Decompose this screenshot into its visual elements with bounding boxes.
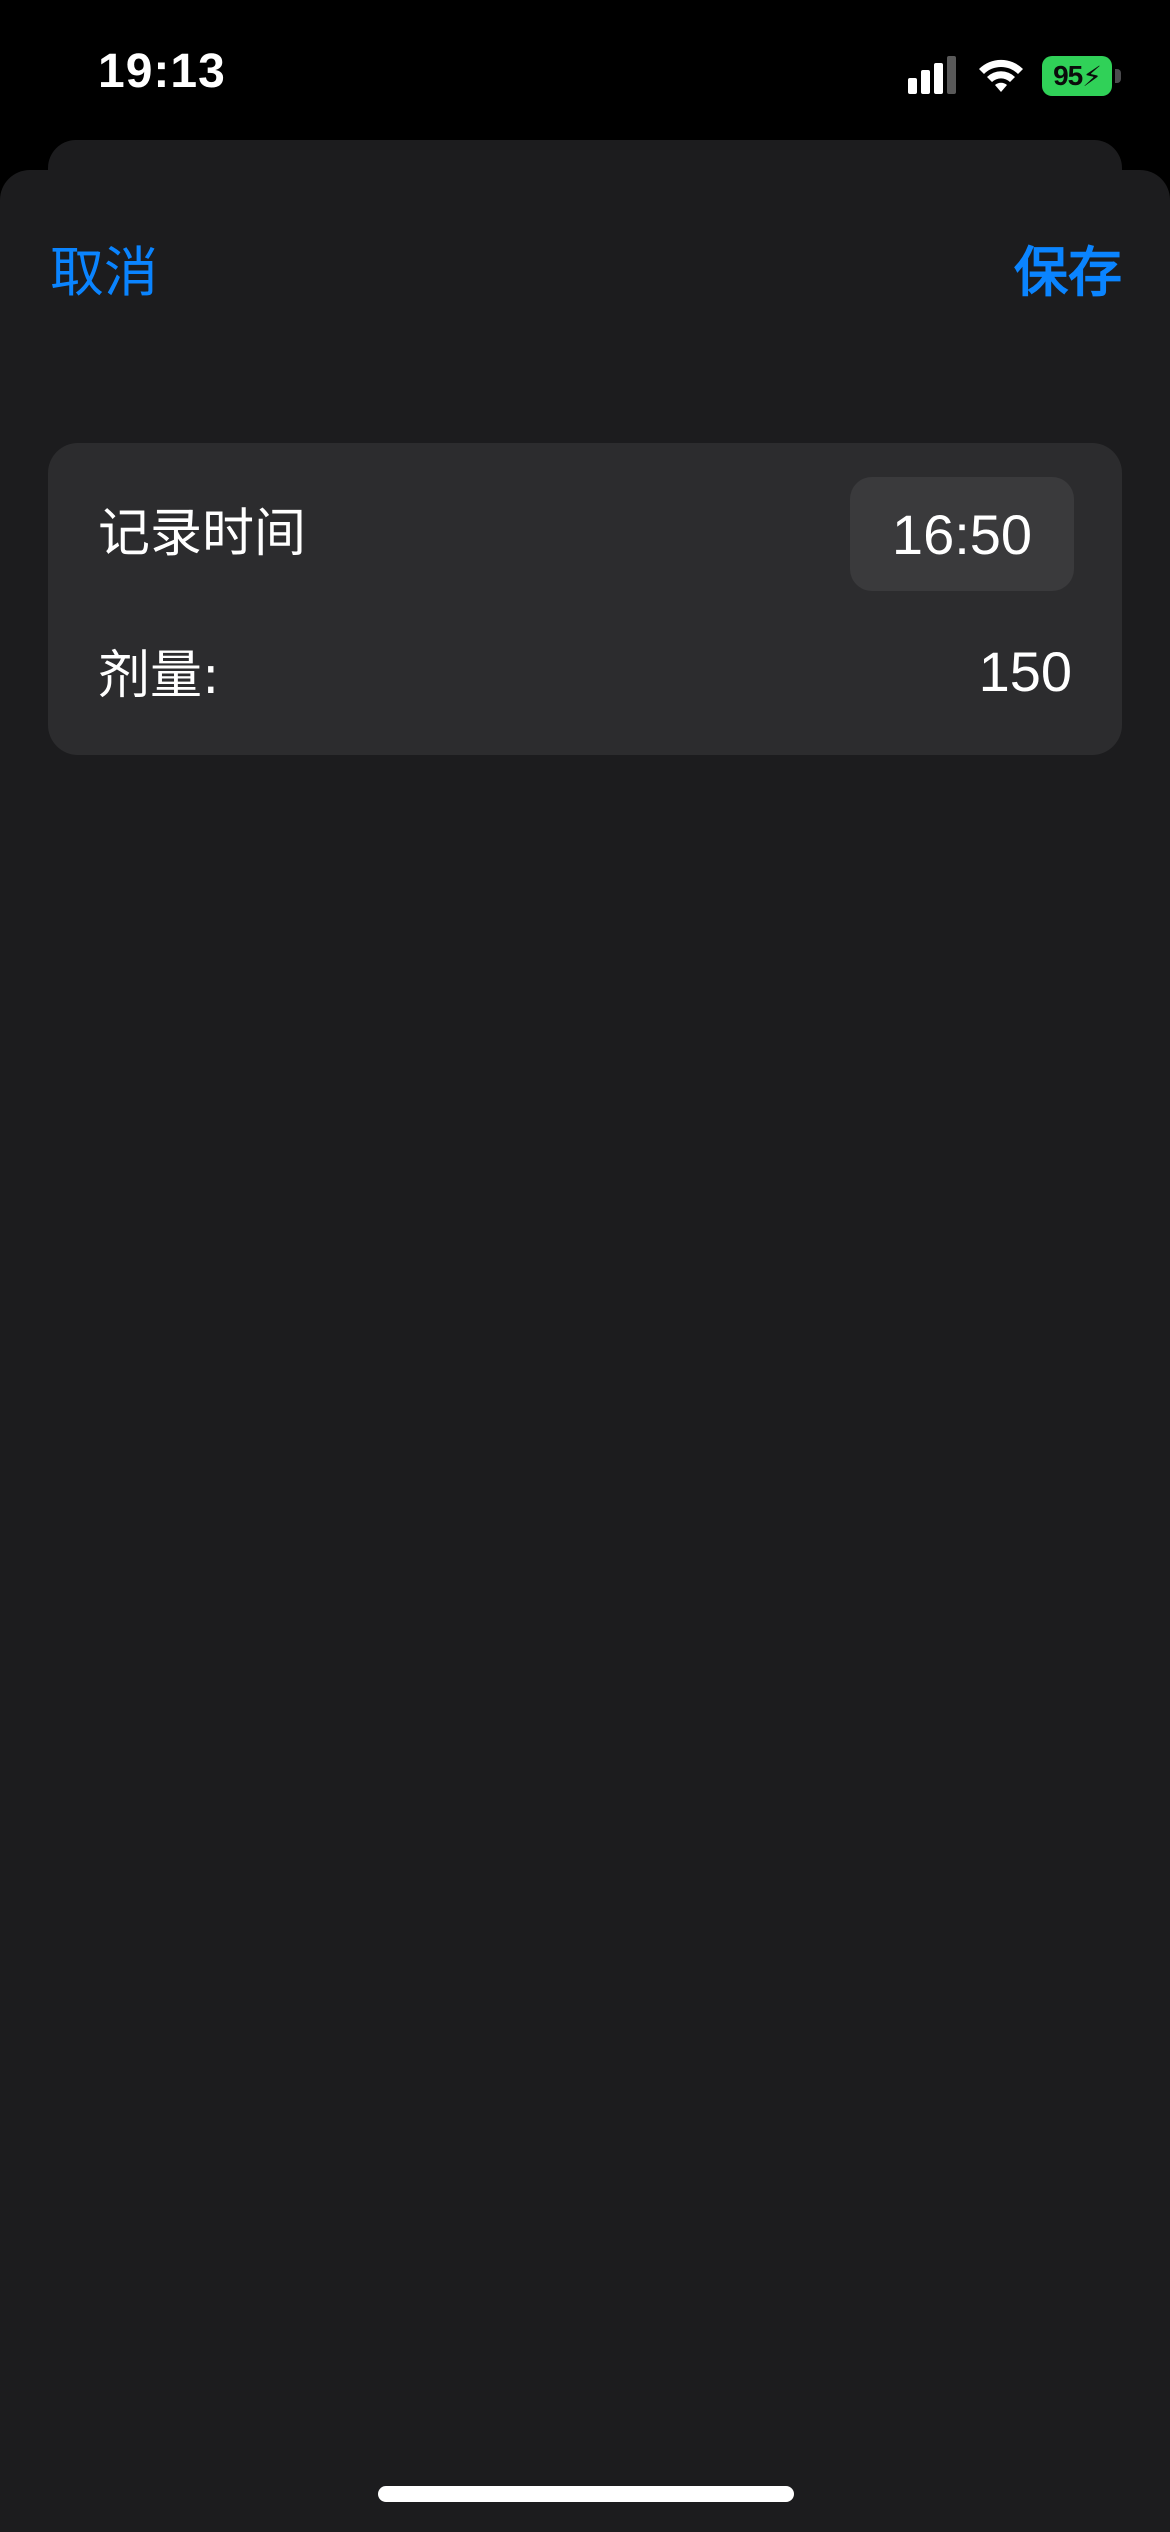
battery-percentage: 95 <box>1053 60 1083 91</box>
edit-sheet: 取消 保存 记录时间 16:50 剂量: <box>0 170 1170 2532</box>
dose-row: 剂量: <box>48 599 1122 755</box>
dose-label: 剂量: <box>98 646 220 706</box>
record-time-label: 记录时间 <box>98 504 307 564</box>
time-picker-button[interactable]: 16:50 <box>850 477 1074 591</box>
dose-input[interactable] <box>772 639 1072 704</box>
status-bar: 19:13 95 ⚡ <box>0 0 1170 150</box>
status-icons: 95 ⚡ <box>906 54 1122 98</box>
charging-bolt-icon: ⚡ <box>1082 60 1102 92</box>
save-button[interactable]: 保存 <box>1014 228 1122 307</box>
cancel-button[interactable]: 取消 <box>50 228 158 307</box>
cellular-signal-icon <box>908 56 956 94</box>
battery-cap <box>1115 69 1121 83</box>
status-time: 19:13 <box>98 45 226 98</box>
battery-level: 95 ⚡ <box>1042 56 1112 96</box>
wifi-icon <box>979 59 1023 92</box>
battery-icon: 95 ⚡ <box>1042 56 1122 96</box>
record-time-row: 记录时间 16:50 <box>48 443 1122 599</box>
form-card: 记录时间 16:50 剂量: <box>48 443 1122 755</box>
home-indicator[interactable] <box>378 2486 794 2502</box>
